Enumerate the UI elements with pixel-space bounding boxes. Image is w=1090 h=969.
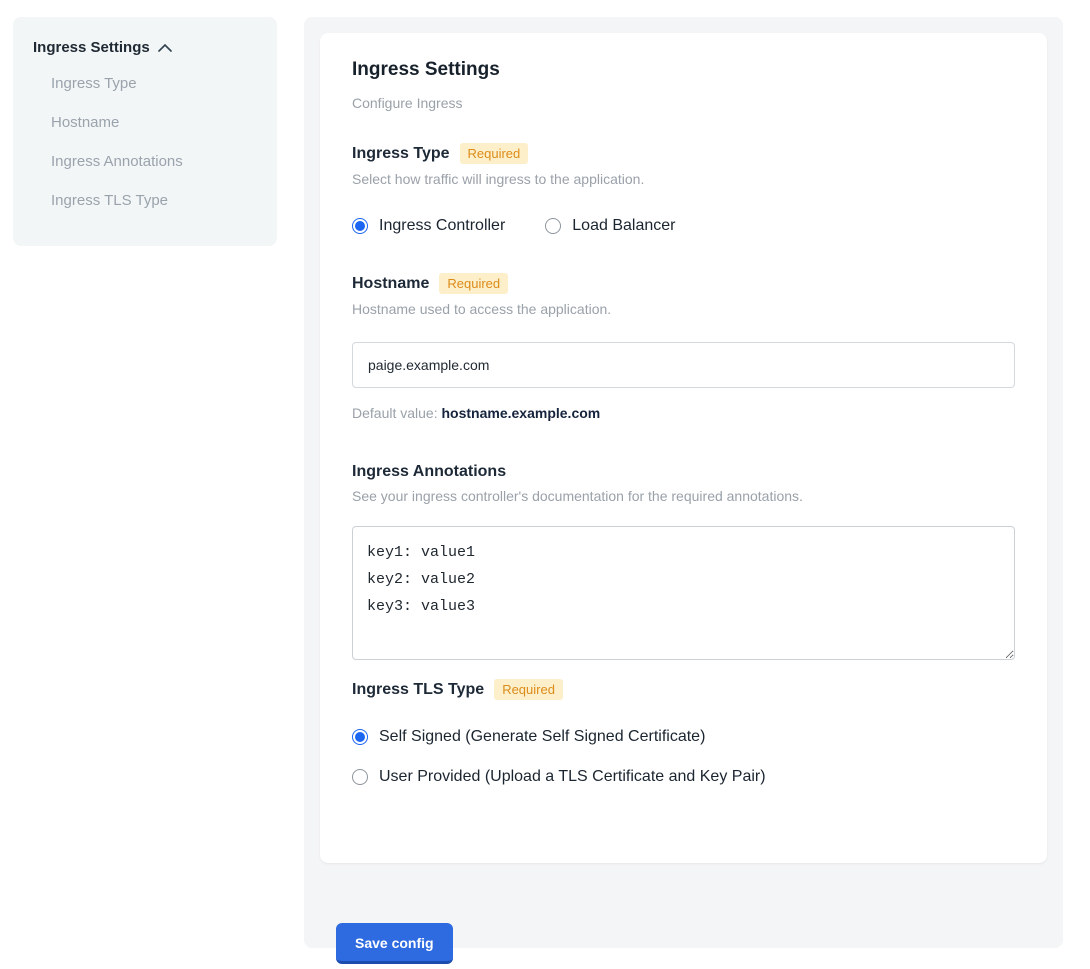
- sidebar-header-label: Ingress Settings: [33, 39, 150, 56]
- hostname-input[interactable]: [352, 342, 1015, 388]
- ingress-annotations-label: Ingress Annotations: [352, 463, 506, 481]
- section-ingress-annotations: Ingress Annotations See your ingress con…: [352, 463, 1015, 665]
- sidebar-header-ingress-settings[interactable]: Ingress Settings: [33, 39, 257, 56]
- ingress-annotations-textarea[interactable]: [352, 526, 1015, 660]
- ingress-type-help: Select how traffic will ingress to the a…: [352, 171, 1015, 187]
- section-hostname: Hostname Required Hostname used to acces…: [352, 273, 1015, 421]
- radio-button-icon[interactable]: [352, 729, 368, 745]
- hostname-label: Hostname: [352, 275, 429, 293]
- section-ingress-type: Ingress Type Required Select how traffic…: [352, 143, 1015, 235]
- radio-button-icon[interactable]: [352, 218, 368, 234]
- radio-ingress-controller[interactable]: Ingress Controller: [352, 217, 505, 235]
- required-badge: Required: [494, 679, 563, 700]
- required-badge: Required: [439, 273, 508, 294]
- radio-button-icon[interactable]: [352, 769, 368, 785]
- section-ingress-tls-type: Ingress TLS Type Required Self Signed (G…: [352, 679, 1015, 786]
- ingress-annotations-help: See your ingress controller's documentat…: [352, 488, 1015, 504]
- radio-button-icon[interactable]: [545, 218, 561, 234]
- main-panel: Ingress Settings Configure Ingress Ingre…: [304, 17, 1063, 948]
- ingress-type-label: Ingress Type: [352, 145, 450, 163]
- page-subtitle: Configure Ingress: [352, 95, 1015, 111]
- radio-label: User Provided (Upload a TLS Certificate …: [379, 768, 766, 786]
- save-config-button[interactable]: Save config: [336, 923, 453, 964]
- radio-user-provided[interactable]: User Provided (Upload a TLS Certificate …: [352, 768, 1015, 786]
- radio-label: Self Signed (Generate Self Signed Certif…: [379, 728, 705, 746]
- default-value-text: hostname.example.com: [442, 405, 601, 421]
- sidebar-item-ingress-type[interactable]: Ingress Type: [33, 64, 257, 103]
- page-title: Ingress Settings: [352, 59, 1015, 81]
- radio-self-signed[interactable]: Self Signed (Generate Self Signed Certif…: [352, 728, 1015, 746]
- hostname-help: Hostname used to access the application.: [352, 301, 1015, 317]
- ingress-settings-card: Ingress Settings Configure Ingress Ingre…: [320, 33, 1047, 863]
- default-value-prefix: Default value:: [352, 405, 442, 421]
- sidebar-item-ingress-annotations[interactable]: Ingress Annotations: [33, 142, 257, 181]
- chevron-up-icon: [158, 43, 172, 52]
- ingress-tls-type-label: Ingress TLS Type: [352, 681, 484, 699]
- required-badge: Required: [460, 143, 529, 164]
- radio-load-balancer[interactable]: Load Balancer: [545, 217, 675, 235]
- hostname-default-line: Default value: hostname.example.com: [352, 405, 1015, 421]
- page: Ingress Settings Ingress Type Hostname I…: [0, 0, 1090, 969]
- radio-label: Ingress Controller: [379, 217, 505, 235]
- sidebar: Ingress Settings Ingress Type Hostname I…: [13, 17, 277, 246]
- radio-label: Load Balancer: [572, 217, 675, 235]
- sidebar-item-hostname[interactable]: Hostname: [33, 103, 257, 142]
- sidebar-item-ingress-tls-type[interactable]: Ingress TLS Type: [33, 181, 257, 220]
